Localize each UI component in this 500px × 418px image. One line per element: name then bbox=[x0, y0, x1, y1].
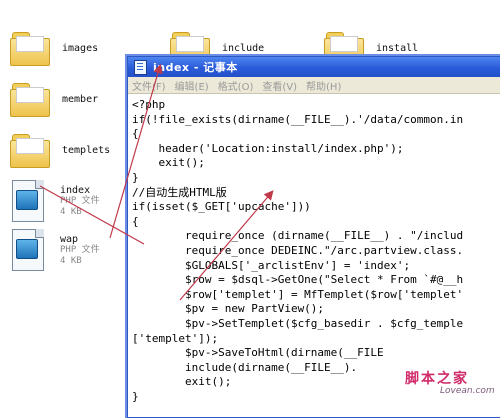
file-index-php[interactable]: index PHP 文件 4 KB bbox=[10, 180, 100, 222]
file-type: PHP 文件 bbox=[60, 244, 100, 255]
notepad-window[interactable]: index - 记事本 文件(F) 编辑(E) 格式(O) 查看(V) 帮助(H… bbox=[127, 56, 500, 418]
file-wap-php[interactable]: wap PHP 文件 4 KB bbox=[10, 229, 100, 271]
file-name: wap bbox=[60, 233, 79, 245]
code-line: { bbox=[132, 214, 139, 228]
folder-templets[interactable]: templets bbox=[10, 132, 110, 168]
code-line: $pv->SaveToHtml(dirname(__FILE bbox=[132, 346, 384, 360]
code-line: $pv->SetTemplet($cfg_basedir . $cfg_temp… bbox=[132, 316, 464, 330]
folder-images[interactable]: images bbox=[10, 30, 98, 66]
code-line: $pv = new PartView(); bbox=[132, 302, 325, 316]
code-line: exit(); bbox=[132, 156, 205, 170]
folder-label: member bbox=[62, 93, 99, 105]
code-line: } bbox=[132, 170, 139, 184]
watermark-logo: 脚本之家 bbox=[405, 371, 469, 387]
notepad-titlebar[interactable]: index - 记事本 bbox=[128, 57, 500, 77]
notepad-icon bbox=[134, 59, 147, 75]
code-line: //自动生成HTML版 bbox=[132, 185, 227, 199]
window-title: index - 记事本 bbox=[153, 61, 238, 74]
folder-icon bbox=[10, 30, 50, 66]
code-line: $GLOBALS['_arclistEnv'] = 'index'; bbox=[132, 258, 411, 272]
code-line: require_once (dirname(__FILE__) . "/incl… bbox=[132, 229, 464, 243]
file-size: 4 KB bbox=[60, 255, 82, 266]
folder-label: include bbox=[222, 42, 265, 54]
file-name: index bbox=[60, 184, 91, 196]
folder-icon bbox=[10, 81, 50, 117]
folder-member[interactable]: member bbox=[10, 81, 98, 117]
code-line: $row = $dsql->GetOne("Select * From `#@_… bbox=[132, 273, 464, 287]
code-line: { bbox=[132, 127, 139, 141]
file-type: PHP 文件 bbox=[60, 195, 100, 206]
folder-label: images bbox=[62, 42, 99, 54]
code-line: require_once DEDEINC."/arc.partview.clas… bbox=[132, 243, 464, 257]
code-line: if(isset($_GET['upcache'])) bbox=[132, 200, 311, 214]
php-file-icon bbox=[10, 229, 46, 271]
folder-icon bbox=[10, 132, 50, 168]
menu-help[interactable]: 帮助(H) bbox=[306, 78, 341, 93]
menu-format[interactable]: 格式(O) bbox=[218, 78, 254, 93]
menu-view[interactable]: 查看(V) bbox=[262, 78, 297, 93]
code-content: <?php if(!file_exists(dirname(__FILE__).'… bbox=[128, 94, 500, 404]
watermark-site: Lovean.com bbox=[440, 386, 495, 396]
folder-label: templets bbox=[62, 144, 111, 156]
menu-bar: 文件(F) 编辑(E) 格式(O) 查看(V) 帮助(H) bbox=[128, 77, 500, 94]
php-file-icon bbox=[10, 180, 46, 222]
code-line: header('Location:install/index.php'); bbox=[132, 141, 404, 155]
folder-label: install bbox=[376, 42, 419, 54]
file-size: 4 KB bbox=[60, 206, 82, 217]
code-line: if(!file_exists(dirname(__FILE__).'/data… bbox=[132, 112, 464, 126]
code-line: ['templet']); bbox=[132, 331, 219, 345]
menu-edit[interactable]: 编辑(E) bbox=[175, 78, 209, 93]
code-line: <?php bbox=[132, 98, 166, 111]
code-line: $row['templet'] = MfTemplet($row['temple… bbox=[132, 287, 464, 301]
menu-file[interactable]: 文件(F) bbox=[132, 78, 166, 93]
